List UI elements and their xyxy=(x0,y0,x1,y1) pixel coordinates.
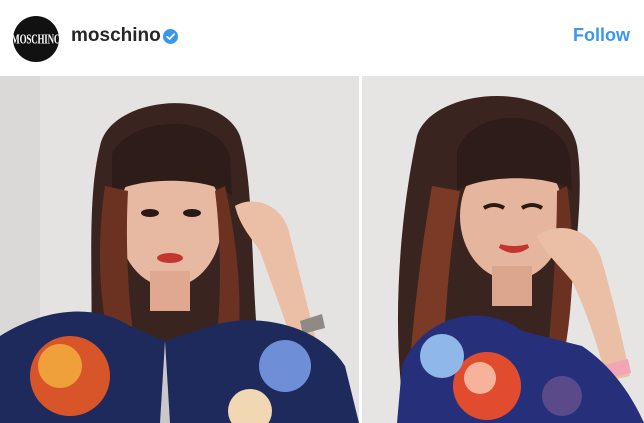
photo-right-illustration xyxy=(362,76,644,423)
photo-left xyxy=(0,76,359,423)
follow-button[interactable]: Follow xyxy=(573,25,630,46)
post-header: MOSCHINO moschino Follow xyxy=(0,0,644,76)
avatar[interactable]: MOSCHINO xyxy=(13,16,59,62)
photo-carousel[interactable] xyxy=(0,76,644,423)
photo-left-illustration xyxy=(0,76,359,423)
username[interactable]: moschino xyxy=(71,25,161,47)
photo-right xyxy=(362,76,644,423)
avatar-logo-text: MOSCHINO xyxy=(13,31,59,47)
verified-badge-icon xyxy=(163,29,178,44)
